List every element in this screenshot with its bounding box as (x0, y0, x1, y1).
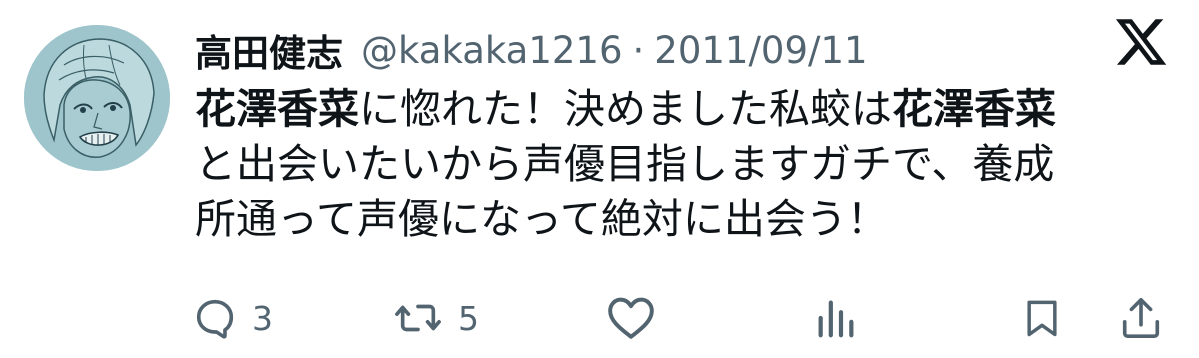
tweet-header: 高田健志 @kakaka1216 · 2011/09/11 (195, 20, 868, 80)
tweet-text-line-2: と出会いたいから声優目指しますガチで、養成 (195, 140, 1055, 188)
user-handle[interactable]: @kakaka1216 (361, 29, 623, 72)
tweet-text: 花澤香菜に惚れた！決めました私蛟は花澤香菜 と出会いたいから声優目指しますガチで… (195, 82, 1155, 247)
retweet-icon (395, 304, 441, 332)
tweet-date[interactable]: 2011/09/11 (654, 29, 867, 72)
hashtag-like-bold: 花澤香菜 (892, 85, 1056, 133)
retweet-button[interactable]: 5 (392, 286, 479, 350)
hashtag-like-bold: 花澤香菜 (195, 85, 359, 133)
heart-icon (608, 297, 654, 339)
views-button[interactable] (812, 286, 860, 350)
reply-button[interactable]: 3 (192, 286, 273, 350)
views-icon (818, 300, 854, 338)
share-icon (1122, 297, 1160, 339)
x-logo-icon[interactable] (1113, 14, 1169, 70)
text-segment: に惚れた！決めました私蛟は (359, 85, 892, 133)
reply-icon (196, 299, 234, 339)
tweet-text-line-3: 所通って声優になって絶対に出会う！ (195, 195, 888, 243)
bookmark-button[interactable] (1020, 286, 1064, 350)
avatar-sketch (24, 25, 170, 171)
display-name[interactable]: 高田健志 (195, 23, 343, 77)
bookmark-icon (1027, 300, 1057, 337)
tweet-card: 高田健志 @kakaka1216 · 2011/09/11 花澤香菜に惚れた！決… (0, 0, 1199, 358)
like-button[interactable] (606, 286, 656, 350)
separator-dot: · (632, 28, 645, 72)
reply-count: 3 (252, 298, 273, 338)
action-bar: 3 5 (0, 286, 1199, 350)
share-button[interactable] (1118, 286, 1164, 350)
retweet-count: 5 (458, 298, 479, 338)
tweet-text-line-1: 花澤香菜に惚れた！決めました私蛟は花澤香菜 (195, 82, 1155, 137)
avatar[interactable] (24, 25, 170, 171)
